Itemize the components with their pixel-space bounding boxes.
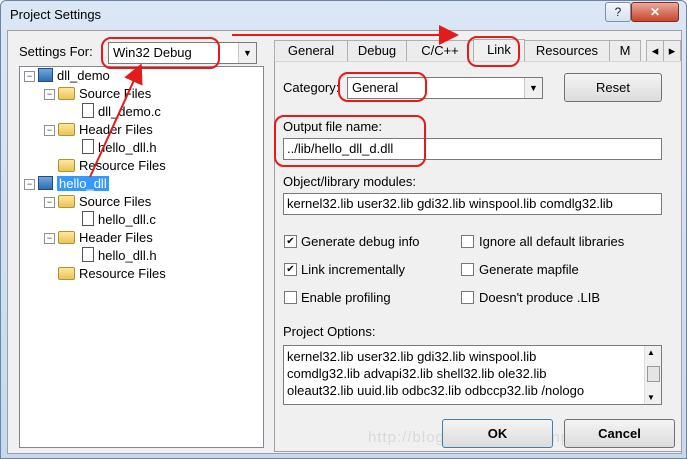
annotation-arrows	[89, 25, 459, 178]
annotation-arrow-to-settings-for	[89, 63, 143, 178]
